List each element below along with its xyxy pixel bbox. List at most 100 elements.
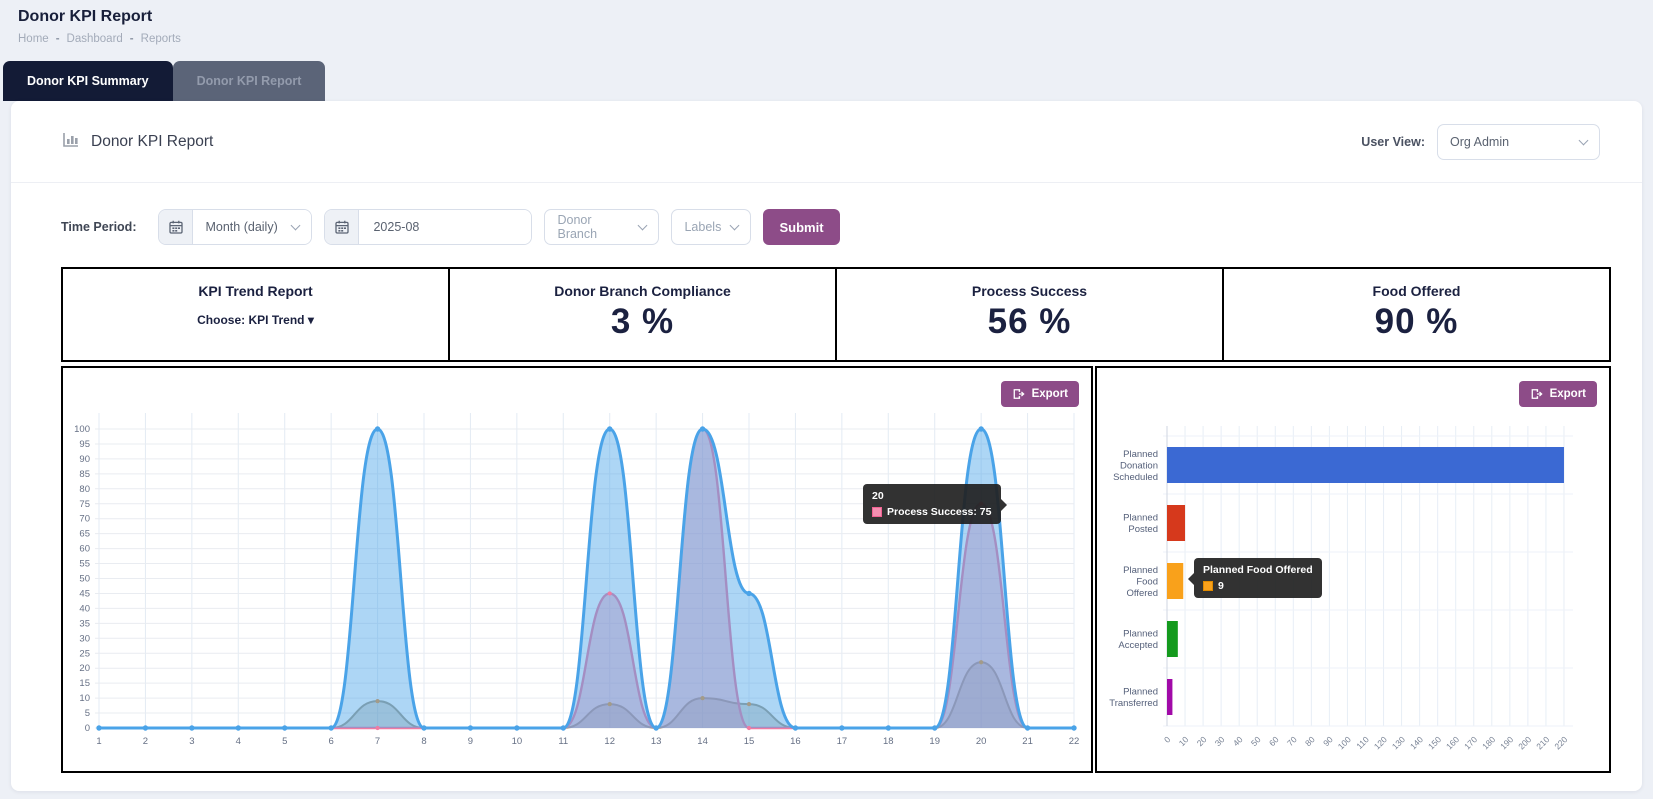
x-tick-label: 4	[236, 736, 241, 747]
y-tick-label: 90	[79, 454, 90, 465]
period-value-group	[324, 209, 532, 245]
breadcrumb-reports[interactable]: Reports	[141, 33, 181, 45]
data-point[interactable]	[375, 726, 379, 730]
data-point[interactable]	[700, 426, 705, 431]
tab-bar: Donor KPI Summary Donor KPI Report	[0, 61, 1653, 101]
category-label: Food	[1136, 577, 1158, 588]
data-point[interactable]	[607, 426, 612, 431]
x-tick-label: 180	[1480, 734, 1497, 751]
user-view-value: Org Admin	[1450, 135, 1509, 149]
filter-row: Time Period: Month (daily) Donor Branch …	[11, 183, 1642, 265]
bar-4[interactable]	[1167, 679, 1172, 715]
data-point[interactable]	[282, 725, 287, 730]
user-view-select[interactable]: Org Admin	[1437, 124, 1600, 160]
x-tick-label: 17	[837, 736, 848, 747]
bar-tooltip: Planned Food Offered 9	[1194, 558, 1322, 598]
x-tick-label: 210	[1534, 734, 1551, 751]
data-point[interactable]	[653, 725, 658, 730]
series-swatch	[1203, 581, 1213, 591]
data-point[interactable]	[375, 699, 379, 703]
data-point[interactable]	[514, 725, 519, 730]
kpi-trend-line-chart[interactable]: 1234567891011121314151617181920212205101…	[63, 368, 1091, 770]
export-button-label: Export	[1032, 388, 1068, 400]
chevron-down-icon	[730, 221, 740, 231]
data-point[interactable]	[608, 591, 612, 595]
bar-1[interactable]	[1167, 505, 1185, 541]
x-tick-label: 20	[976, 736, 987, 747]
data-point[interactable]	[746, 591, 751, 596]
tab-donor-kpi-report[interactable]: Donor KPI Report	[173, 61, 326, 101]
kpi-value: 90 %	[1224, 302, 1609, 342]
x-tick-label: 170	[1462, 734, 1479, 751]
y-tick-label: 30	[79, 633, 90, 644]
data-point[interactable]	[793, 725, 798, 730]
y-tick-label: 25	[79, 648, 90, 659]
category-label: Planned	[1123, 449, 1158, 460]
data-point[interactable]	[747, 726, 751, 730]
y-tick-label: 85	[79, 469, 90, 480]
export-button[interactable]: Export	[1519, 381, 1597, 407]
caret-down-icon: ▾	[308, 313, 314, 327]
x-tick-label: 14	[697, 736, 708, 747]
y-tick-label: 60	[79, 544, 90, 555]
report-card: Donor KPI Report User View: Org Admin Ti…	[11, 101, 1642, 791]
kpi-trend-dropdown[interactable]: Choose: KPI Trend ▾	[63, 313, 448, 327]
data-point[interactable]	[700, 696, 704, 700]
data-point[interactable]	[375, 426, 380, 431]
category-label: Planned	[1123, 513, 1158, 524]
export-button[interactable]: Export	[1001, 381, 1079, 407]
period-value-input[interactable]	[371, 219, 519, 235]
bar-3[interactable]	[1167, 621, 1178, 657]
data-point[interactable]	[96, 725, 101, 730]
page-header: Donor KPI Report Home - Dashboard - Repo…	[0, 0, 1653, 45]
breadcrumb-home[interactable]: Home	[18, 33, 49, 45]
period-type-select[interactable]: Month (daily)	[193, 210, 311, 244]
bar-0[interactable]	[1167, 447, 1564, 483]
category-label: Planned	[1123, 687, 1158, 698]
submit-button[interactable]: Submit	[763, 209, 839, 245]
chevron-down-icon	[1579, 135, 1589, 145]
data-point[interactable]	[236, 725, 241, 730]
data-point[interactable]	[747, 702, 751, 706]
donor-branch-select[interactable]: Donor Branch	[544, 209, 659, 245]
breadcrumb-dashboard[interactable]: Dashboard	[67, 33, 123, 45]
data-point[interactable]	[1025, 725, 1030, 730]
x-tick-label: 13	[651, 736, 662, 747]
kpi-trend-dropdown-label: Choose: KPI Trend	[197, 313, 304, 327]
category-label: Offered	[1126, 588, 1158, 599]
data-point[interactable]	[886, 725, 891, 730]
x-tick-label: 140	[1408, 734, 1425, 751]
data-point[interactable]	[839, 725, 844, 730]
y-tick-label: 95	[79, 439, 90, 450]
x-tick-label: 10	[512, 736, 523, 747]
data-point[interactable]	[978, 426, 983, 431]
data-point[interactable]	[189, 725, 194, 730]
kpi-title: Food Offered	[1224, 283, 1609, 299]
breadcrumb: Home - Dashboard - Reports	[18, 33, 1635, 45]
data-point[interactable]	[1071, 725, 1076, 730]
x-tick-label: 12	[604, 736, 615, 747]
x-tick-label: 7	[375, 736, 380, 747]
category-label: Donation	[1120, 461, 1158, 472]
tab-donor-kpi-summary[interactable]: Donor KPI Summary	[3, 61, 173, 101]
period-type-value: Month (daily)	[205, 220, 277, 234]
data-point[interactable]	[561, 725, 566, 730]
data-point[interactable]	[932, 725, 937, 730]
data-point[interactable]	[979, 660, 983, 664]
planned-horizontal-bar-chart[interactable]: 0102030405060708090100110120130140150160…	[1097, 368, 1609, 770]
kpi-box-food-offered: Food Offered 90 %	[1222, 267, 1611, 362]
data-point[interactable]	[468, 725, 473, 730]
page-title: Donor KPI Report	[18, 8, 1635, 26]
data-point[interactable]	[608, 702, 612, 706]
y-tick-label: 40	[79, 603, 90, 614]
data-point[interactable]	[328, 725, 333, 730]
breadcrumb-separator: -	[130, 33, 134, 45]
bar-2[interactable]	[1167, 563, 1183, 599]
card-header: Donor KPI Report User View: Org Admin	[11, 101, 1642, 183]
chevron-down-icon	[638, 221, 648, 231]
labels-select[interactable]: Labels	[671, 209, 751, 245]
trend-tooltip-title: 20	[872, 490, 992, 502]
data-point[interactable]	[421, 725, 426, 730]
chevron-down-icon	[291, 221, 301, 231]
data-point[interactable]	[143, 725, 148, 730]
